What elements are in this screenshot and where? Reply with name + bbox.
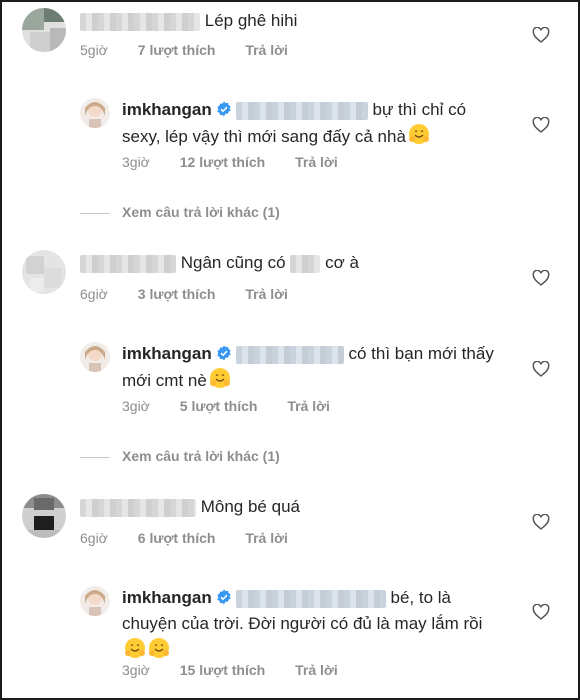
avatar[interactable]	[22, 250, 66, 294]
avatar[interactable]	[80, 586, 110, 616]
heart-outline-icon[interactable]	[532, 117, 550, 133]
avatar[interactable]	[80, 342, 110, 372]
heart-outline-icon[interactable]	[532, 514, 550, 530]
timestamp: 6giờ	[80, 286, 108, 302]
blurred-mention[interactable]	[235, 345, 344, 364]
heart-outline-icon[interactable]	[532, 27, 550, 43]
comment-meta: 3giờ 12 lượt thích Trả lời	[122, 154, 364, 170]
comment-body: Lép ghê hihi	[204, 11, 298, 30]
heart-outline-icon[interactable]	[532, 604, 550, 620]
view-more-replies[interactable]: Xem câu trả lời khác (1)	[80, 204, 280, 220]
blurred-mention[interactable]	[235, 101, 368, 120]
timestamp: 3giờ	[122, 398, 150, 414]
comment-body: Mông bé quá	[200, 497, 300, 516]
reply-text: imkhangan bự thì chỉ có sexy, lép vậy th…	[122, 97, 502, 150]
blurred-username[interactable]	[80, 498, 196, 517]
comment-meta: 5giờ 7 lượt thích Trả lời	[80, 42, 314, 58]
heart-outline-icon[interactable]	[532, 270, 550, 286]
verified-badge-icon	[217, 345, 231, 361]
divider	[80, 456, 110, 458]
timestamp: 3giờ	[122, 154, 150, 170]
username[interactable]: imkhangan	[122, 588, 212, 607]
likes-count[interactable]: 5 lượt thích	[180, 398, 258, 414]
timestamp: 5giờ	[80, 42, 108, 58]
view-more-replies[interactable]: Xem câu trả lời khác (1)	[80, 448, 280, 464]
verified-badge-icon	[217, 101, 231, 117]
comments-panel: Lép ghê hihi 5giờ 7 lượt thích Trả lời i…	[0, 0, 580, 700]
comment-meta: 6giờ 3 lượt thích Trả lời	[80, 286, 314, 302]
reply-button[interactable]: Trả lời	[295, 662, 338, 678]
comment-body: Ngân cũng có	[180, 253, 286, 272]
blurred-username[interactable]	[80, 12, 200, 31]
username[interactable]: imkhangan	[122, 100, 212, 119]
likes-count[interactable]: 6 lượt thích	[138, 530, 216, 546]
view-more-replies-label[interactable]: Xem câu trả lời khác (1)	[122, 204, 280, 220]
likes-count[interactable]: 7 lượt thích	[138, 42, 216, 58]
hugging-face-emoji	[209, 368, 230, 388]
blurred-word	[290, 254, 321, 273]
hugging-face-emoji	[125, 638, 145, 658]
comment-text: Mông bé quá	[80, 494, 300, 520]
heart-outline-icon[interactable]	[532, 361, 550, 377]
comment-meta: 3giờ 5 lượt thích Trả lời	[122, 398, 356, 414]
reply-button[interactable]: Trả lời	[245, 530, 288, 546]
blurred-username[interactable]	[80, 254, 176, 273]
reply-text: imkhangan bé, to là chuyện của trời. Đời…	[122, 585, 502, 664]
reply-button[interactable]: Trả lời	[287, 398, 330, 414]
comment-text: Ngân cũng có cơ à	[80, 250, 359, 276]
timestamp: 6giờ	[80, 530, 108, 546]
view-more-replies-label[interactable]: Xem câu trả lời khác (1)	[122, 448, 280, 464]
reply-button[interactable]: Trả lời	[295, 154, 338, 170]
likes-count[interactable]: 15 lượt thích	[180, 662, 265, 678]
hugging-face-emoji	[149, 638, 169, 658]
likes-count[interactable]: 12 lượt thích	[180, 154, 265, 170]
reply-text: imkhangan có thì bạn mới thấy mới cmt nè	[122, 341, 502, 394]
comment-meta: 3giờ 15 lượt thích Trả lời	[122, 662, 364, 678]
avatar[interactable]	[80, 98, 110, 128]
comment-body-end: cơ à	[325, 253, 359, 272]
comment-text: Lép ghê hihi	[80, 8, 297, 34]
hugging-face-emoji	[408, 124, 429, 144]
verified-badge-icon	[217, 589, 231, 605]
divider	[80, 212, 110, 214]
likes-count[interactable]: 3 lượt thích	[138, 286, 216, 302]
timestamp: 3giờ	[122, 662, 150, 678]
avatar[interactable]	[22, 494, 66, 538]
reply-button[interactable]: Trả lời	[245, 42, 288, 58]
reply-button[interactable]: Trả lời	[245, 286, 288, 302]
blurred-mention[interactable]	[235, 589, 386, 608]
username[interactable]: imkhangan	[122, 344, 212, 363]
avatar[interactable]	[22, 8, 66, 52]
comment-meta: 6giờ 6 lượt thích Trả lời	[80, 530, 314, 546]
